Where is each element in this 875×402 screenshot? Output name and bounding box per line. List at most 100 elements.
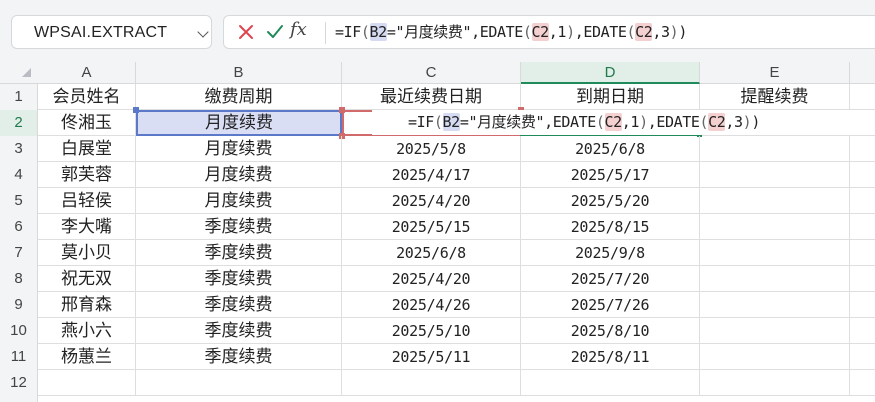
- select-all-icon[interactable]: [22, 68, 31, 77]
- formula-part: ): [751, 113, 760, 131]
- cell-name[interactable]: 邢育森: [38, 292, 136, 318]
- cell-last-renewal[interactable]: 2025/5/8: [342, 136, 521, 162]
- formula-ref-c2: C2: [531, 23, 549, 41]
- spreadsheet-grid[interactable]: A B C D E 1 会员姓名 缴费周期 最近续费日期 到期日期 提醒续费 2…: [0, 62, 875, 402]
- row-number[interactable]: 11: [0, 344, 38, 370]
- table-row: 10 燕小六 季度续费 2025/5/10 2025/8/10: [0, 318, 875, 344]
- formula-bar-divider: [325, 22, 326, 44]
- insert-function-icon[interactable]: fx: [290, 19, 307, 40]
- cell-cycle[interactable]: 季度续费: [136, 266, 342, 292]
- cell-name[interactable]: 祝无双: [38, 266, 136, 292]
- cell-empty[interactable]: [38, 370, 136, 396]
- cell-last-renewal[interactable]: 2025/4/20: [342, 188, 521, 214]
- cell-cycle[interactable]: 季度续费: [136, 214, 342, 240]
- range-handle[interactable]: [133, 107, 139, 113]
- cell-reminder[interactable]: [700, 162, 850, 188]
- cell-name[interactable]: 吕轻侯: [38, 188, 136, 214]
- cell-expiry[interactable]: 2025/8/11: [521, 344, 700, 370]
- row-number[interactable]: 6: [0, 214, 38, 240]
- cell-cycle[interactable]: 月度续费: [136, 136, 342, 162]
- cell-cycle[interactable]: 月度续费: [136, 188, 342, 214]
- cell-empty[interactable]: [136, 370, 342, 396]
- cell-expiry[interactable]: 2025/8/15: [521, 214, 700, 240]
- row-number[interactable]: [0, 396, 38, 402]
- cell-reminder[interactable]: [700, 292, 850, 318]
- cell-reminder[interactable]: [700, 266, 850, 292]
- cell-reminder[interactable]: [700, 214, 850, 240]
- table-row: 11 杨蕙兰 季度续费 2025/5/11 2025/8/11: [0, 344, 875, 370]
- cancel-icon[interactable]: [237, 22, 255, 42]
- column-header-e[interactable]: E: [700, 62, 850, 84]
- row-number[interactable]: 1: [0, 84, 38, 110]
- cell-name[interactable]: 李大嘴: [38, 214, 136, 240]
- cell-name[interactable]: 杨蕙兰: [38, 344, 136, 370]
- select-all-corner[interactable]: [0, 62, 38, 84]
- row-number[interactable]: 7: [0, 240, 38, 266]
- cell-b1[interactable]: 缴费周期: [136, 84, 342, 110]
- cell-expiry[interactable]: 2025/5/17: [521, 162, 700, 188]
- cell-last-renewal[interactable]: 2025/5/10: [342, 318, 521, 344]
- name-box[interactable]: WPSAI.EXTRACT: [11, 15, 212, 49]
- cell-last-renewal[interactable]: 2025/4/26: [342, 292, 521, 318]
- cell-cycle[interactable]: 月度续费: [136, 162, 342, 188]
- row-number[interactable]: 10: [0, 318, 38, 344]
- cell-expiry[interactable]: 2025/9/8: [521, 240, 700, 266]
- formula-paren: (: [699, 113, 709, 131]
- cell-reminder[interactable]: [700, 188, 850, 214]
- cell-cycle[interactable]: 季度续费: [136, 240, 342, 266]
- column-header-c[interactable]: C: [342, 62, 521, 84]
- formula-part: ,EDATE: [574, 23, 627, 41]
- cell-a1[interactable]: 会员姓名: [38, 84, 136, 110]
- cell-last-renewal[interactable]: 2025/6/8: [342, 240, 521, 266]
- formula-paren: (: [595, 113, 605, 131]
- row-number[interactable]: 8: [0, 266, 38, 292]
- row-number[interactable]: 9: [0, 292, 38, 318]
- confirm-check-icon[interactable]: [265, 22, 285, 42]
- cell-name[interactable]: 郭芙蓉: [38, 162, 136, 188]
- cell-expiry[interactable]: 2025/8/10: [521, 318, 700, 344]
- cell-last-renewal[interactable]: 2025/4/20: [342, 266, 521, 292]
- cell-c1[interactable]: 最近续费日期: [342, 84, 521, 110]
- cell-name[interactable]: 燕小六: [38, 318, 136, 344]
- column-header-d[interactable]: D: [521, 62, 700, 84]
- cell-expiry[interactable]: 2025/5/20: [521, 188, 700, 214]
- cell-expiry[interactable]: 2025/7/20: [521, 266, 700, 292]
- cell-expiry[interactable]: 2025/7/26: [521, 292, 700, 318]
- cell-reminder[interactable]: [700, 344, 850, 370]
- cell-cycle[interactable]: 季度续费: [136, 318, 342, 344]
- formula-input[interactable]: fx =IF(B2="月度续费",EDATE(C2,1),EDATE(C2,3)…: [223, 15, 875, 49]
- cell-d1[interactable]: 到期日期: [521, 84, 700, 110]
- cell-b2[interactable]: 月度续费: [136, 110, 342, 136]
- row-number[interactable]: 4: [0, 162, 38, 188]
- cell-a2[interactable]: 佟湘玉: [38, 110, 136, 136]
- cell-reminder[interactable]: [700, 136, 850, 162]
- cell-cycle[interactable]: 季度续费: [136, 292, 342, 318]
- cell-empty[interactable]: [700, 370, 850, 396]
- cell-name[interactable]: 白展堂: [38, 136, 136, 162]
- cell-cycle[interactable]: 季度续费: [136, 344, 342, 370]
- row-number[interactable]: 2: [0, 110, 38, 136]
- cell-reminder[interactable]: [700, 240, 850, 266]
- cell-name[interactable]: 莫小贝: [38, 240, 136, 266]
- cell-empty[interactable]: [342, 370, 521, 396]
- row-number[interactable]: 5: [0, 188, 38, 214]
- cell-last-renewal[interactable]: 2025/5/15: [342, 214, 521, 240]
- table-row: 8 祝无双 季度续费 2025/4/20 2025/7/20: [0, 266, 875, 292]
- formula-text[interactable]: =IF(B2="月度续费",EDATE(C2,1),EDATE(C2,3)): [335, 21, 687, 42]
- column-header-a[interactable]: A: [38, 62, 136, 84]
- column-header-b[interactable]: B: [136, 62, 342, 84]
- cell-last-renewal[interactable]: 2025/5/11: [342, 344, 521, 370]
- row-number[interactable]: 12: [0, 370, 38, 396]
- table-row: [0, 396, 875, 402]
- cell-expiry[interactable]: 2025/6/8: [521, 136, 700, 162]
- range-handle[interactable]: [339, 107, 345, 113]
- in-cell-formula-editor[interactable]: =IF(B2="月度续费",EDATE(C2,1),EDATE(C2,3)): [372, 110, 832, 135]
- cell-e1[interactable]: 提醒续费: [700, 84, 850, 110]
- cell-empty[interactable]: [521, 370, 700, 396]
- formula-part: =IF: [408, 113, 434, 131]
- row-number[interactable]: 3: [0, 136, 38, 162]
- table-row: 4 郭芙蓉 月度续费 2025/4/17 2025/5/17: [0, 162, 875, 188]
- chevron-down-icon[interactable]: [197, 26, 209, 38]
- cell-last-renewal[interactable]: 2025/4/17: [342, 162, 521, 188]
- cell-reminder[interactable]: [700, 318, 850, 344]
